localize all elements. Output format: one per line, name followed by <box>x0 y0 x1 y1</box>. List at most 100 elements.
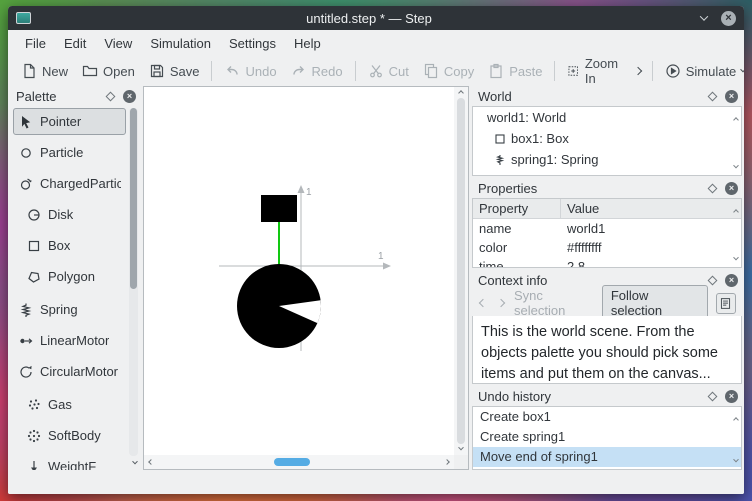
tree-item-spring1[interactable]: spring1: Spring <box>473 149 741 170</box>
simulate-play-icon <box>666 64 680 78</box>
open-in-browser-button[interactable] <box>715 292 736 314</box>
property-row-name[interactable]: name world1 <box>473 219 741 238</box>
close-panel-icon[interactable]: × <box>725 273 738 287</box>
float-panel-icon[interactable] <box>707 91 718 101</box>
close-panel-icon[interactable]: × <box>725 89 738 103</box>
pointer-icon <box>22 115 31 128</box>
property-row-time[interactable]: time 2.8 <box>473 257 741 267</box>
new-button[interactable]: New <box>14 60 75 82</box>
undo-button[interactable]: Undo <box>217 60 283 82</box>
scroll-down-icon[interactable] <box>733 157 739 172</box>
simulate-button[interactable]: Simulate <box>658 60 744 82</box>
tree-item-world1[interactable]: world1: World <box>473 107 741 128</box>
palette-item-particle[interactable]: Particle <box>13 139 126 166</box>
palette-item-pointer[interactable]: Pointer <box>13 108 126 135</box>
main-toolbar: New Open Save Undo Redo Cut Copy Paste Z… <box>8 56 744 86</box>
scene[interactable]: 1 1 <box>144 87 454 455</box>
property-column-header[interactable]: Property <box>473 199 561 218</box>
world-panel: World × world1: World box1: Box spring1:… <box>472 86 742 176</box>
back-button[interactable] <box>478 298 488 308</box>
float-panel-icon[interactable] <box>707 275 718 285</box>
box-icon <box>495 133 505 144</box>
new-document-icon <box>24 63 35 79</box>
menu-simulation[interactable]: Simulation <box>141 33 220 54</box>
toolbar-separator <box>211 61 213 81</box>
canvas-vertical-scrollbar[interactable] <box>454 87 468 455</box>
palette-scrollbar-thumb[interactable] <box>130 108 137 289</box>
cut-button[interactable]: Cut <box>361 60 416 82</box>
palette-scroll-down-icon[interactable] <box>132 453 138 468</box>
simulate-dropdown-icon[interactable] <box>740 66 744 73</box>
undo-item-move-end-of-spring1[interactable]: Move end of spring1 <box>473 447 741 467</box>
app-icon[interactable] <box>16 12 31 24</box>
scroll-up-icon[interactable] <box>458 90 464 96</box>
right-dock-column: World × world1: World box1: Box spring1:… <box>472 86 742 470</box>
main-area: Palette × Pointer Particle ChargedPartic… <box>8 86 744 470</box>
palette-title: Palette <box>16 88 57 104</box>
scrollbar-corner <box>454 455 468 469</box>
canvas-hscroll-thumb[interactable] <box>274 458 310 466</box>
palette-item-polygon[interactable]: Polygon <box>21 263 126 290</box>
property-row-color[interactable]: color #ffffffff <box>473 238 741 257</box>
palette-scrollbar[interactable] <box>129 108 138 456</box>
palette-item-gas[interactable]: Gas <box>21 391 126 418</box>
undo-item-create-box1[interactable]: Create box1 <box>473 407 741 427</box>
properties-panel: Properties × Property Value name world1 … <box>472 178 742 268</box>
canvas-horizontal-scrollbar[interactable] <box>144 455 454 469</box>
document-icon <box>721 297 731 309</box>
copy-icon <box>424 63 437 79</box>
tree-item-box1[interactable]: box1: Box <box>473 128 741 149</box>
palette-item-spring[interactable]: Spring <box>13 296 126 323</box>
redo-button[interactable]: Redo <box>284 60 350 82</box>
scroll-down-icon[interactable] <box>458 444 464 451</box>
menu-file[interactable]: File <box>16 33 55 54</box>
menu-edit[interactable]: Edit <box>55 33 95 54</box>
toolbar-overflow-button[interactable] <box>629 65 647 77</box>
open-folder-icon <box>82 65 98 77</box>
zoom-in-button[interactable]: Zoom In <box>560 53 628 89</box>
palette-item-linearmotor[interactable]: LinearMotor <box>13 327 126 354</box>
close-panel-icon[interactable]: × <box>725 181 738 195</box>
sync-selection-button[interactable]: Sync selection <box>514 288 594 318</box>
value-column-header[interactable]: Value <box>561 199 741 218</box>
forward-button[interactable] <box>496 298 506 308</box>
menu-help[interactable]: Help <box>285 33 330 54</box>
copy-button[interactable]: Copy <box>416 60 481 82</box>
float-panel-icon[interactable] <box>105 91 116 101</box>
menu-settings[interactable]: Settings <box>220 33 285 54</box>
scroll-up-icon[interactable] <box>733 410 739 425</box>
close-panel-icon[interactable]: × <box>725 389 738 403</box>
palette-item-box[interactable]: Box <box>21 232 126 259</box>
canvas-vscroll-thumb[interactable] <box>457 98 465 444</box>
scroll-right-icon[interactable] <box>444 459 450 465</box>
undo-history-panel-title: Undo history <box>478 388 551 404</box>
palette-item-weightforce[interactable]: WeightF <box>21 453 126 470</box>
box1-shape[interactable] <box>261 195 297 222</box>
scroll-down-icon[interactable] <box>733 249 739 264</box>
paste-button[interactable]: Paste <box>481 60 549 82</box>
menubar: File Edit View Simulation Settings Help <box>8 30 744 56</box>
world-canvas[interactable]: 1 1 <box>143 86 469 470</box>
open-button[interactable]: Open <box>75 60 142 82</box>
box-icon <box>28 240 40 251</box>
close-panel-icon[interactable]: × <box>123 89 136 103</box>
palette-item-disk[interactable]: Disk <box>21 201 126 228</box>
float-panel-icon[interactable] <box>707 391 718 401</box>
palette-item-chargedparticle[interactable]: ChargedParticle <box>13 170 126 197</box>
close-button[interactable]: × <box>721 10 736 26</box>
scroll-left-icon[interactable] <box>148 459 154 465</box>
scroll-up-icon[interactable] <box>733 110 739 125</box>
scroll-up-icon[interactable] <box>733 202 739 217</box>
step-app-window: untitled.step * — Step × File Edit View … <box>8 6 744 494</box>
palette-item-circularmotor[interactable]: CircularMotor <box>13 358 126 385</box>
minimize-button[interactable] <box>699 12 709 21</box>
float-panel-icon[interactable] <box>707 183 718 193</box>
scroll-down-icon[interactable] <box>733 451 739 466</box>
menu-view[interactable]: View <box>95 33 141 54</box>
save-button[interactable]: Save <box>142 60 207 82</box>
weight-force-icon <box>31 460 37 470</box>
gas-icon <box>28 398 40 410</box>
titlebar[interactable]: untitled.step * — Step × <box>8 6 744 30</box>
undo-item-create-spring1[interactable]: Create spring1 <box>473 427 741 447</box>
palette-item-softbody[interactable]: SoftBody <box>21 422 126 449</box>
